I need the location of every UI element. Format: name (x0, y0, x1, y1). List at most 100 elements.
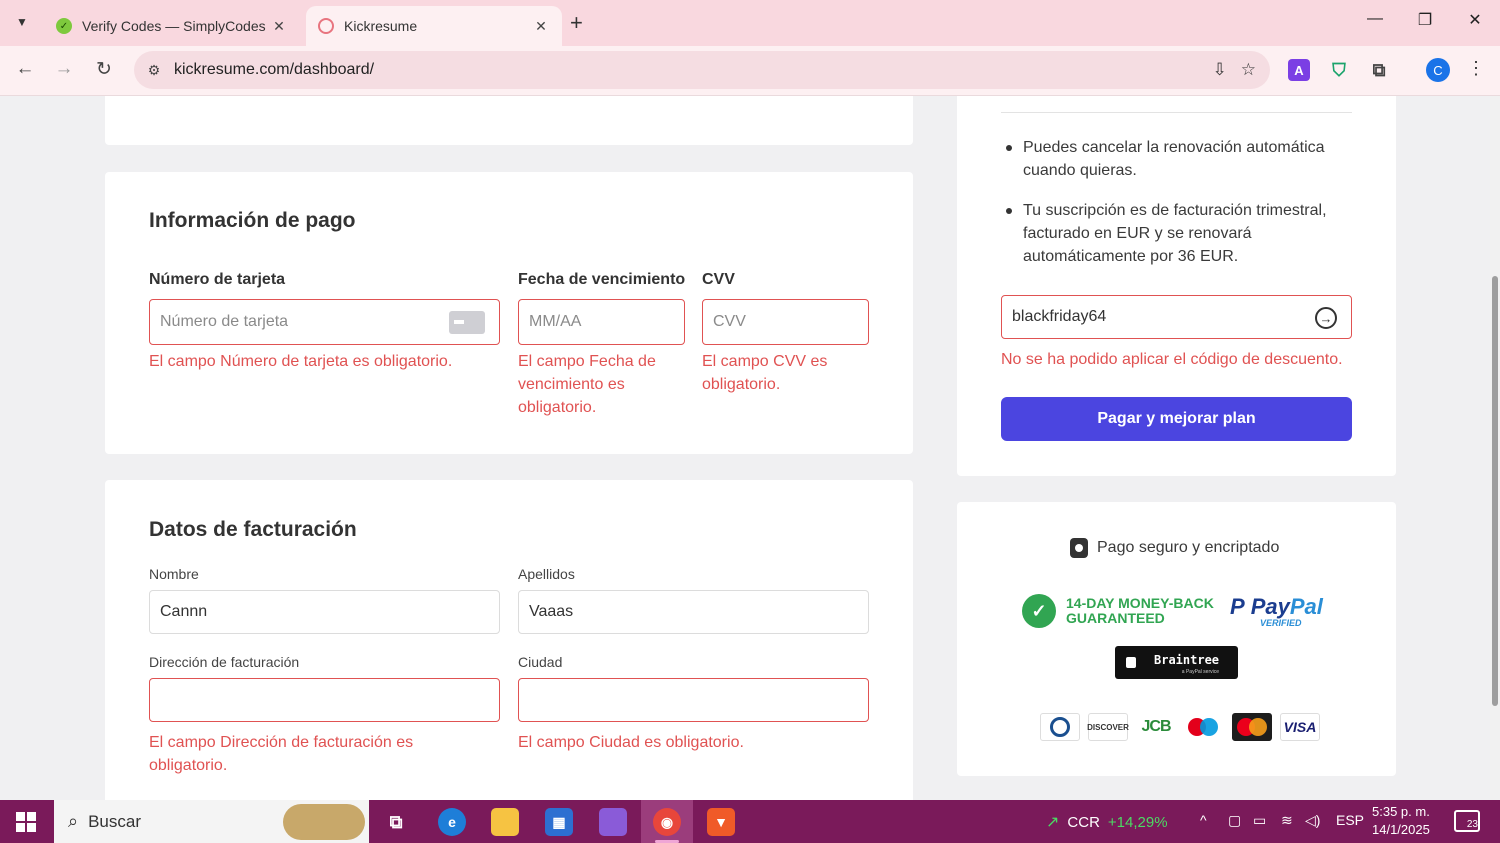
card-number-label: Número de tarjeta (149, 271, 286, 288)
browser-toolbar: ← → ↻ ⚙ kickresume.com/dashboard/ ⇩ ☆ A … (0, 46, 1500, 96)
tab-kickresume[interactable]: Kickresume ✕ (306, 6, 562, 46)
wifi-icon[interactable]: ≋ (1281, 812, 1293, 829)
stock-change: +14,29% (1107, 813, 1168, 831)
paypal-pay-text: Pay (1250, 594, 1290, 619)
cvv-error: El campo CVV es obligatorio. (702, 353, 828, 393)
shield-extension-icon[interactable]: ⛉ (1328, 59, 1350, 81)
payment-methods-logos: DISCOVER JCB VISA (1040, 713, 1328, 741)
brave-icon[interactable]: ▼ (707, 808, 735, 836)
card-number-error: El campo Número de tarjeta es obligatori… (149, 353, 453, 370)
page-scrollbar[interactable] (1490, 96, 1500, 800)
card-number-input[interactable]: Número de tarjeta (149, 299, 500, 345)
back-arrow-icon[interactable]: ← (12, 58, 38, 80)
extensions-puzzle-icon[interactable]: ⧉ (1368, 59, 1390, 81)
notification-count: 23 (1466, 819, 1478, 830)
stock-widget[interactable]: ↗ CCR +14,29% (1046, 812, 1168, 832)
minimize-icon[interactable]: — (1360, 10, 1390, 28)
lock-icon (1070, 538, 1088, 558)
cvv-label: CVV (702, 271, 735, 288)
language-indicator[interactable]: ESP (1336, 812, 1364, 828)
simplycodes-favicon-icon: ✓ (56, 18, 72, 34)
plan-selection-card (105, 96, 913, 145)
windows-taskbar: ⌕ Buscar ⧉ e ▦ ◉ ▼ ↗ CCR +14,29% ^ ▢ ▭ ≋… (0, 800, 1500, 843)
notifications-icon[interactable]: 23 (1454, 810, 1480, 832)
braintree-text: Braintree (1154, 652, 1220, 667)
first-name-value: Cannn (160, 603, 208, 620)
url-text[interactable]: kickresume.com/dashboard/ (174, 61, 1213, 79)
cvv-placeholder: CVV (713, 313, 746, 330)
windows-start-icon[interactable] (16, 812, 36, 832)
first-name-label: Nombre (149, 566, 199, 582)
extension-a-icon[interactable]: A (1288, 59, 1310, 81)
task-view-icon[interactable]: ⧉ (382, 808, 410, 836)
bullet-cancel-renewal: Puedes cancelar la renovación automática… (1002, 136, 1352, 182)
tab-simplycodes[interactable]: ✓ Verify Codes — SimplyCodes ✕ (44, 6, 300, 46)
pay-upgrade-button[interactable]: Pagar y mejorar plan (1001, 397, 1352, 441)
profile-avatar[interactable]: C (1426, 58, 1450, 82)
clock-time: 5:35 p. m. (1372, 804, 1430, 819)
first-name-input[interactable]: Cannn (149, 590, 500, 634)
reload-icon[interactable]: ↻ (91, 58, 117, 81)
paypal-pal-text: Pal (1289, 594, 1323, 619)
volume-icon[interactable]: ◁) (1305, 812, 1320, 829)
jcb-icon: JCB (1136, 713, 1176, 741)
credit-card-icon (449, 311, 485, 334)
install-app-icon[interactable]: ⇩ (1213, 60, 1227, 80)
coupon-value: blackfriday64 (1012, 308, 1107, 325)
address-bar[interactable]: ⚙ kickresume.com/dashboard/ ⇩ ☆ (134, 51, 1270, 89)
new-tab-plus-icon[interactable]: + (570, 10, 583, 36)
last-name-label: Apellidos (518, 566, 575, 582)
tab-search-button[interactable]: ▼ (8, 8, 36, 36)
forward-arrow-icon[interactable]: → (51, 58, 77, 80)
site-settings-icon[interactable]: ⚙ (144, 62, 164, 79)
tray-overflow-chevron-icon[interactable]: ^ (1200, 812, 1207, 828)
visa-icon: VISA (1280, 713, 1320, 741)
apply-coupon-arrow-icon[interactable]: → (1315, 307, 1337, 329)
taskbar-search-placeholder: Buscar (88, 811, 142, 831)
secure-payment-row: Pago seguro y encriptado (1070, 538, 1279, 558)
chevron-down-icon: ▼ (16, 15, 28, 29)
bookmark-star-icon[interactable]: ☆ (1241, 60, 1256, 80)
diners-club-icon (1040, 713, 1080, 741)
menu-kebab-icon[interactable]: ⋮ (1466, 58, 1486, 79)
address-label: Dirección de facturación (149, 654, 300, 670)
expiry-input[interactable]: MM/AA (518, 299, 685, 345)
copilot-icon[interactable] (599, 808, 627, 836)
meet-now-icon[interactable]: ▢ (1228, 812, 1241, 829)
restore-icon[interactable]: ❐ (1410, 10, 1440, 30)
money-back-line2: GUARANTEED (1066, 610, 1165, 626)
summary-bullets: Puedes cancelar la renovación automática… (1002, 136, 1352, 285)
braintree-lock-icon (1126, 657, 1136, 668)
close-tab-icon[interactable]: ✕ (270, 18, 288, 35)
billing-title: Datos de facturación (149, 518, 357, 541)
cvv-input[interactable]: CVV (702, 299, 869, 345)
discover-icon: DISCOVER (1087, 713, 1129, 741)
edge-icon[interactable]: e (438, 808, 466, 836)
file-explorer-icon[interactable] (491, 808, 519, 836)
city-label: Ciudad (518, 654, 563, 670)
jcb-text: JCB (1141, 718, 1171, 735)
tab-title: Kickresume (344, 18, 418, 34)
battery-icon[interactable]: ▭ (1253, 812, 1266, 829)
taskbar-clock[interactable]: 5:35 p. m. 14/1/2025 (1372, 803, 1430, 839)
address-error: El campo Dirección de facturación es obl… (149, 734, 414, 774)
kickresume-favicon-icon (318, 18, 334, 34)
coupon-input[interactable]: blackfriday64 → (1001, 295, 1352, 339)
chrome-icon[interactable]: ◉ (653, 808, 681, 836)
close-window-icon[interactable]: ✕ (1460, 10, 1490, 30)
trend-up-icon: ↗ (1046, 814, 1060, 831)
bullet-billing-terms: Tu suscripción es de facturación trimest… (1002, 199, 1352, 268)
expiry-placeholder: MM/AA (529, 313, 582, 330)
taskbar-search-box[interactable]: ⌕ Buscar (54, 800, 369, 843)
city-input[interactable] (518, 678, 869, 722)
money-back-badge: ✓ 14-DAY MONEY-BACK GUARANTEED (1022, 594, 1214, 628)
microsoft-store-icon[interactable]: ▦ (545, 808, 573, 836)
last-name-input[interactable]: Vaaas (518, 590, 869, 634)
payment-info-title: Información de pago (149, 209, 356, 232)
summary-divider (1001, 112, 1352, 113)
address-input[interactable] (149, 678, 500, 722)
close-tab-icon[interactable]: ✕ (532, 18, 550, 35)
scrollbar-thumb[interactable] (1492, 276, 1498, 706)
checkmark-seal-icon: ✓ (1022, 594, 1056, 628)
clock-date: 14/1/2025 (1372, 822, 1430, 837)
